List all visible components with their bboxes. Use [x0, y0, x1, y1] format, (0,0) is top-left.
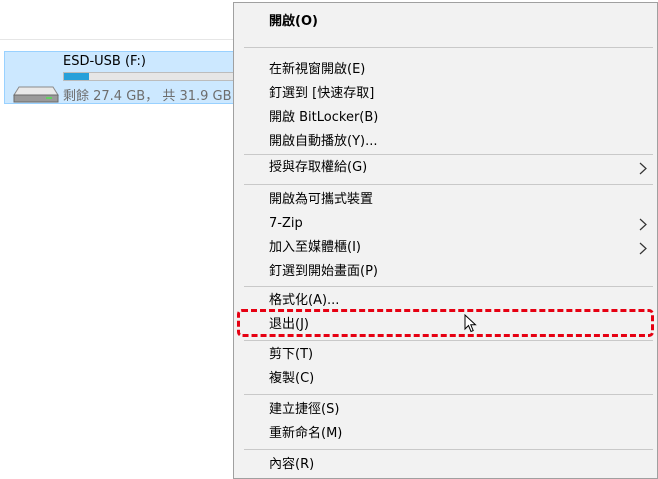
menu-item-label: 7-Zip	[269, 216, 303, 231]
menu-item-label: 釘選到 [快速存取]	[269, 86, 375, 101]
context-menu: 開啟(O) 在新視窗開啟(E) 釘選到 [快速存取] 開啟 BitLocker(…	[233, 2, 658, 479]
menu-item-label: 內容(R)	[269, 457, 315, 472]
drive-tile-esd-usb[interactable]: ESD-USB (F:) 剩餘 27.4 GB， 共 31.9 GB	[4, 51, 243, 104]
menu-item-label: 釘選到開始畫面(P)	[269, 264, 378, 279]
header-divider	[0, 39, 236, 40]
menu-item-add-library[interactable]: 加入至媒體櫃(I)	[234, 237, 657, 260]
menu-item-open[interactable]: 開啟(O)	[234, 11, 657, 34]
menu-item-7zip[interactable]: 7-Zip	[234, 213, 657, 236]
menu-item-label: 剪下(T)	[269, 347, 314, 362]
menu-item-label: 在新視窗開啟(E)	[269, 62, 366, 77]
drive-usage-fill	[64, 73, 89, 80]
menu-item-rename[interactable]: 重新命名(M)	[234, 423, 657, 446]
menu-separator	[244, 154, 653, 155]
menu-item-label: 加入至媒體櫃(I)	[269, 240, 361, 255]
menu-item-pin-start[interactable]: 釘選到開始畫面(P)	[234, 261, 657, 284]
menu-item-label: 開啟自動播放(Y)...	[269, 134, 378, 149]
menu-item-cut[interactable]: 剪下(T)	[234, 344, 657, 367]
menu-item-create-shortcut[interactable]: 建立捷徑(S)	[234, 399, 657, 422]
menu-separator	[244, 184, 653, 185]
drive-free-space: 剩餘 27.4 GB， 共 31.9 GB	[63, 89, 232, 104]
menu-item-label: 開啟 BitLocker(B)	[269, 110, 379, 125]
menu-item-label: 格式化(A)...	[269, 293, 340, 308]
menu-item-give-access[interactable]: 授與存取權給(G)	[234, 157, 657, 180]
menu-item-properties[interactable]: 內容(R)	[234, 454, 657, 477]
menu-item-label: 重新命名(M)	[269, 426, 343, 441]
menu-item-pin-quick-access[interactable]: 釘選到 [快速存取]	[234, 83, 657, 106]
menu-separator	[244, 340, 653, 341]
menu-item-open-bitlocker[interactable]: 開啟 BitLocker(B)	[234, 107, 657, 130]
menu-item-label: 授與存取權給(G)	[269, 160, 368, 175]
menu-separator	[244, 394, 653, 395]
menu-item-autoplay[interactable]: 開啟自動播放(Y)...	[234, 131, 657, 154]
usb-drive-icon	[13, 86, 59, 103]
drive-name: ESD-USB (F:)	[63, 54, 146, 69]
menu-item-open-portable[interactable]: 開啟為可攜式裝置	[234, 189, 657, 212]
menu-item-label: 開啟(O)	[269, 14, 318, 29]
mouse-cursor-icon	[464, 314, 477, 333]
drive-usage-bar	[63, 72, 243, 81]
chevron-right-icon	[639, 242, 647, 255]
menu-item-open-new-window[interactable]: 在新視窗開啟(E)	[234, 59, 657, 82]
chevron-right-icon	[639, 218, 647, 231]
menu-item-label: 複製(C)	[269, 371, 315, 386]
chevron-right-icon	[639, 162, 647, 175]
menu-separator	[244, 449, 653, 450]
menu-item-copy[interactable]: 複製(C)	[234, 368, 657, 391]
menu-item-label: 建立捷徑(S)	[269, 402, 340, 417]
eject-highlight-box	[237, 309, 654, 337]
menu-separator	[244, 47, 653, 48]
menu-separator	[244, 286, 653, 287]
menu-item-label: 開啟為可攜式裝置	[269, 192, 374, 207]
